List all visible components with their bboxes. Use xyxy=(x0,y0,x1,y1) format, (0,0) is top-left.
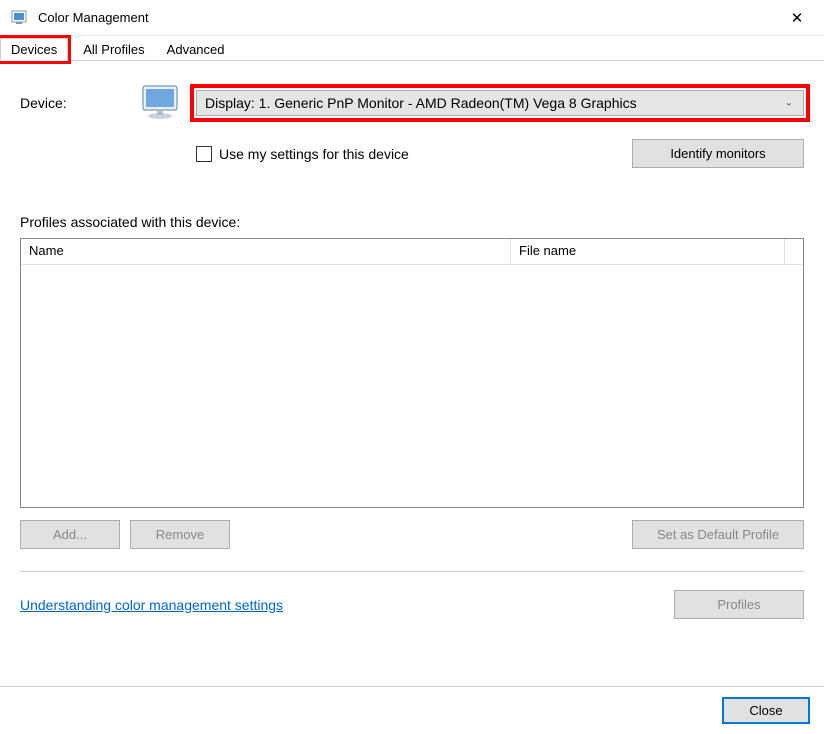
window-close-button[interactable]: ✕ xyxy=(774,1,820,35)
divider xyxy=(20,571,804,572)
device-label: Device: xyxy=(20,95,140,111)
tab-all-profiles[interactable]: All Profiles xyxy=(72,38,155,60)
device-row: Device: Display: 1. Generic PnP Monitor … xyxy=(20,83,804,123)
color-management-window: Color Management ✕ Devices All Profiles … xyxy=(0,0,824,734)
color-management-icon xyxy=(10,8,30,28)
listview-header: Name File name xyxy=(21,239,803,265)
monitor-icon xyxy=(140,83,186,123)
content-area: Device: Display: 1. Generic PnP Monitor … xyxy=(0,61,824,686)
add-button[interactable]: Add... xyxy=(20,520,120,549)
use-settings-label: Use my settings for this device xyxy=(219,146,632,162)
use-settings-checkbox[interactable] xyxy=(196,146,212,162)
window-title: Color Management xyxy=(38,10,774,25)
tab-advanced[interactable]: Advanced xyxy=(156,38,236,60)
device-dropdown-wrap: Display: 1. Generic PnP Monitor - AMD Ra… xyxy=(196,90,804,116)
column-name[interactable]: Name xyxy=(21,239,511,264)
profiles-button[interactable]: Profiles xyxy=(674,590,804,619)
close-button[interactable]: Close xyxy=(722,697,810,724)
column-file-name[interactable]: File name xyxy=(511,239,785,264)
remove-button[interactable]: Remove xyxy=(130,520,230,549)
use-settings-row: Use my settings for this device Identify… xyxy=(20,139,804,168)
understanding-link[interactable]: Understanding color management settings xyxy=(20,597,283,613)
column-spacer xyxy=(785,239,803,264)
set-default-button[interactable]: Set as Default Profile xyxy=(632,520,804,549)
profiles-section-label: Profiles associated with this device: xyxy=(20,214,804,230)
device-dropdown-value: Display: 1. Generic PnP Monitor - AMD Ra… xyxy=(205,95,637,111)
tab-bar: Devices All Profiles Advanced xyxy=(0,36,824,61)
chevron-down-icon: ⌄ xyxy=(785,98,793,109)
titlebar: Color Management ✕ xyxy=(0,0,824,36)
device-dropdown[interactable]: Display: 1. Generic PnP Monitor - AMD Ra… xyxy=(196,90,804,116)
tab-devices[interactable]: Devices xyxy=(0,38,68,61)
profiles-listview[interactable]: Name File name xyxy=(20,238,804,508)
bottom-row: Understanding color management settings … xyxy=(20,590,804,619)
profile-buttons-row: Add... Remove Set as Default Profile xyxy=(20,520,804,549)
footer: Close xyxy=(0,686,824,734)
identify-monitors-button[interactable]: Identify monitors xyxy=(632,139,804,168)
